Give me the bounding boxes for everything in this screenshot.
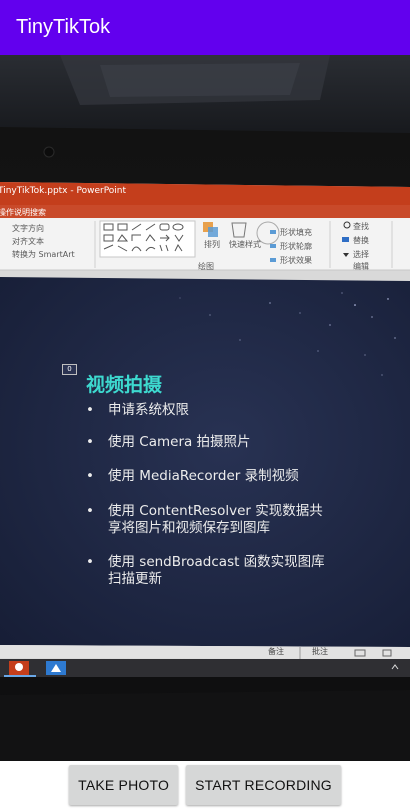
take-photo-button[interactable]: TAKE PHOTO (69, 765, 179, 805)
bullet-text: 使用 sendBroadcast 函数实现图库 (108, 554, 325, 570)
ribbon-text-direction: 文字方向 (12, 224, 44, 233)
app-title: TinyTikTok (16, 16, 111, 38)
bullet-dot: • (86, 554, 94, 570)
bullet-dot: • (86, 434, 94, 450)
bullet-text: 使用 ContentResolver 实现数据共 (108, 503, 323, 519)
bullet-text: 使用 MediaRecorder 录制视频 (108, 468, 299, 484)
ribbon-shape-fill: 形状填充 (280, 228, 312, 237)
bullet-text: 申请系统权限 (108, 402, 189, 418)
bullet-text: 扫描更新 (108, 571, 162, 587)
captured-photo (0, 55, 410, 761)
bullet-dot: • (86, 503, 94, 519)
ribbon-find: 查找 (353, 222, 369, 231)
bullet-dot: • (86, 402, 94, 418)
ribbon-quick-styles: 快速样式 (229, 240, 261, 249)
start-recording-button[interactable]: START RECORDING (186, 765, 341, 805)
status-notes: 备注 (268, 647, 284, 656)
slide-title: 视频拍摄 (86, 374, 163, 396)
ribbon-replace: 替换 (353, 236, 369, 245)
action-bar: TAKE PHOTO START RECORDING (0, 761, 410, 809)
ribbon-convert-smartart: 转换为 SmartArt (12, 250, 75, 259)
bullet-text: 享将图片和视频保存到图库 (108, 520, 270, 536)
slide-number-box: 0 (62, 364, 77, 375)
bullet-dot: • (86, 468, 94, 484)
status-comments: 批注 (312, 647, 328, 656)
ribbon-select: 选择 (353, 250, 369, 259)
bullet-text: 使用 Camera 拍摄照片 (108, 434, 251, 450)
ribbon-shape-effects: 形状效果 (280, 256, 312, 265)
app-bar: TinyTikTok (0, 0, 410, 55)
ribbon-group-drawing: 绘图 (198, 262, 214, 271)
camera-preview[interactable]: TinyTikTok.pptx - PowerPoint 操作说明搜索 文字方向… (0, 55, 410, 761)
ribbon-search-hint: 操作说明搜索 (0, 208, 46, 217)
ribbon-align-text: 对齐文本 (12, 237, 44, 246)
ribbon-arrange: 排列 (204, 240, 220, 249)
ribbon-shape-outline: 形状轮廓 (280, 242, 312, 251)
window-title: TinyTikTok.pptx - PowerPoint (0, 186, 127, 196)
ribbon-group-editing: 编辑 (353, 262, 369, 271)
